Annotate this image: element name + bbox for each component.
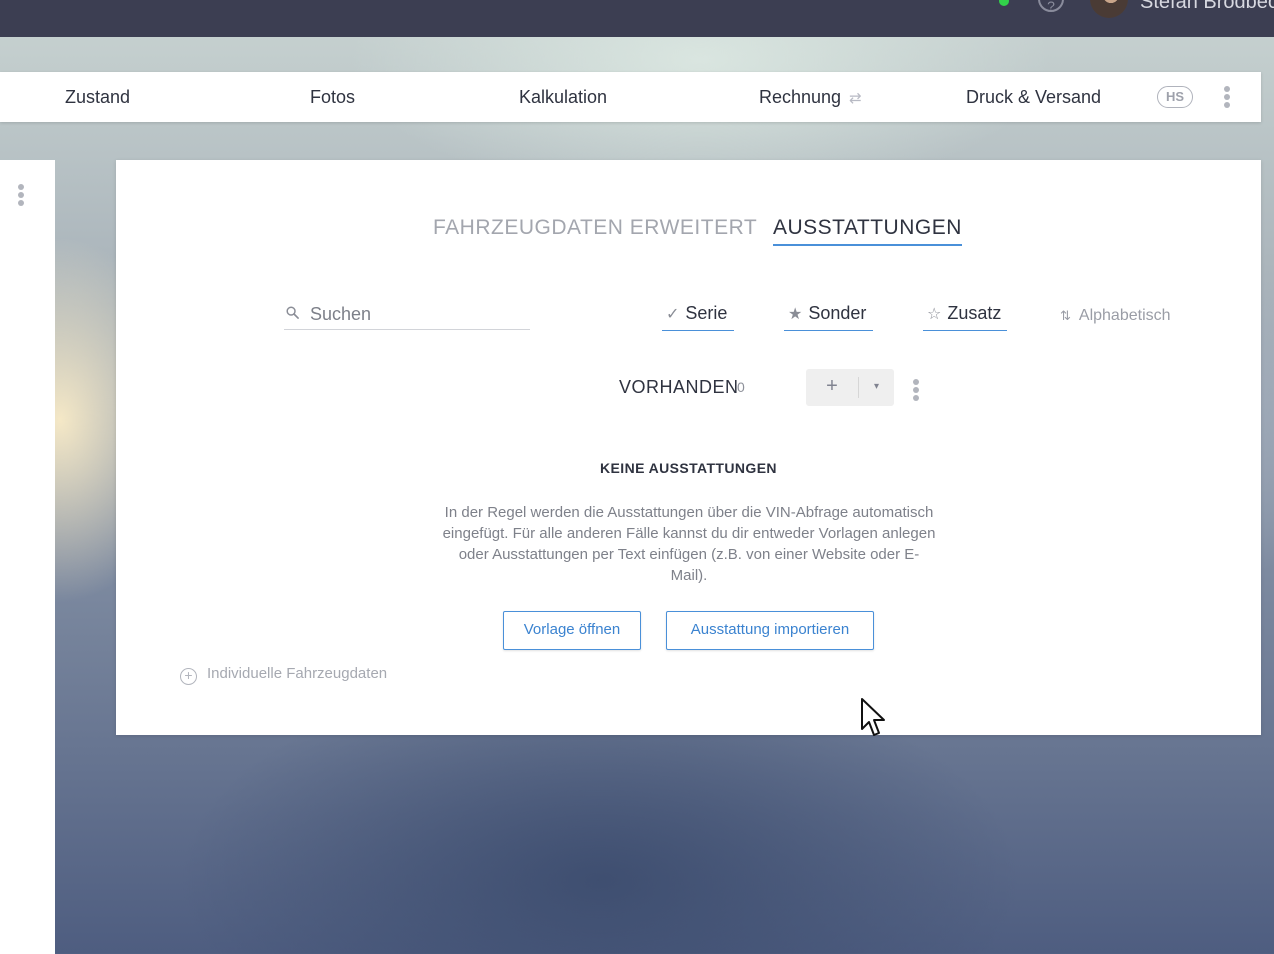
star-filled-icon: ★ — [788, 306, 803, 323]
mouse-cursor-icon — [861, 698, 885, 736]
vorhanden-heading: VORHANDEN — [619, 377, 739, 397]
open-template-button[interactable]: Vorlage öffnen — [503, 611, 641, 650]
sort-label: Alphabetisch — [1078, 307, 1171, 324]
left-side-panel — [0, 160, 55, 954]
user-avatar[interactable] — [1090, 0, 1128, 18]
more-options-icon[interactable] — [1224, 86, 1230, 108]
empty-state-text: In der Regel werden die Ausstattungen üb… — [442, 504, 936, 584]
equipment-card: FAHRZEUGDATEN ERWEITERT AUSSTATTUNGEN ✓ S… — [116, 160, 1261, 735]
add-button-group: + ▾ — [806, 369, 894, 406]
individual-vehicle-data-label: Individuelle Fahrzeugdaten — [207, 665, 388, 682]
filter-sonder-label: Sonder — [808, 303, 867, 323]
tab-druck-versand[interactable]: Druck & Versand — [966, 72, 1101, 122]
user-name[interactable]: Stefan Brodbeck — [1140, 0, 1274, 14]
main-tab-bar: Zustand Fotos Kalkulation Rechnung ⇄ Druc… — [0, 72, 1261, 122]
user-initials-badge[interactable]: HS — [1157, 86, 1193, 108]
filter-serie[interactable]: ✓ Serie — [662, 303, 734, 331]
empty-state-title: KEINE AUSSTATTUNGEN — [600, 460, 777, 476]
tab-rechnung[interactable]: Rechnung ⇄ — [759, 72, 862, 122]
tab-kalkulation[interactable]: Kalkulation — [519, 72, 607, 122]
vorhanden-menu-icon[interactable] — [913, 379, 919, 401]
tab-fotos[interactable]: Fotos — [310, 72, 355, 122]
tab-rechnung-label: Rechnung — [759, 87, 842, 107]
tab-ausstattungen[interactable]: AUSSTATTUNGEN — [773, 216, 962, 246]
sort-icon: ⇅ — [1060, 308, 1071, 323]
sort-alphabetical[interactable]: ⇅ Alphabetisch — [1060, 307, 1171, 325]
vorhanden-count: 0 — [737, 379, 745, 395]
filter-serie-label: Serie — [685, 303, 728, 323]
search-field — [284, 302, 530, 330]
tab-fahrzeugdaten-erweitert[interactable]: FAHRZEUGDATEN ERWEITERT — [433, 216, 757, 244]
import-equipment-button[interactable]: Ausstattung importieren — [666, 611, 874, 650]
filter-zusatz[interactable]: ☆ Zusatz — [923, 303, 1007, 331]
filter-sonder[interactable]: ★ Sonder — [784, 303, 873, 331]
shuffle-icon: ⇄ — [849, 90, 862, 107]
filter-zusatz-label: Zusatz — [947, 303, 1002, 323]
top-bar: ? Stefan Brodbeck — [0, 0, 1274, 37]
star-outline-icon: ☆ — [927, 306, 942, 323]
plus-circle-icon: + — [180, 668, 197, 685]
tab-zustand[interactable]: Zustand — [65, 72, 130, 122]
check-icon: ✓ — [666, 306, 680, 323]
chevron-down-icon[interactable]: ▾ — [859, 369, 894, 406]
help-icon[interactable]: ? — [1038, 0, 1064, 14]
side-panel-menu-icon[interactable] — [18, 184, 24, 206]
search-input[interactable] — [310, 302, 525, 326]
add-equipment-button[interactable]: + — [806, 369, 858, 406]
online-status-indicator — [999, 0, 1009, 6]
search-icon — [286, 306, 299, 319]
individual-vehicle-data-link[interactable]: + Individuelle Fahrzeugdaten — [180, 665, 387, 685]
